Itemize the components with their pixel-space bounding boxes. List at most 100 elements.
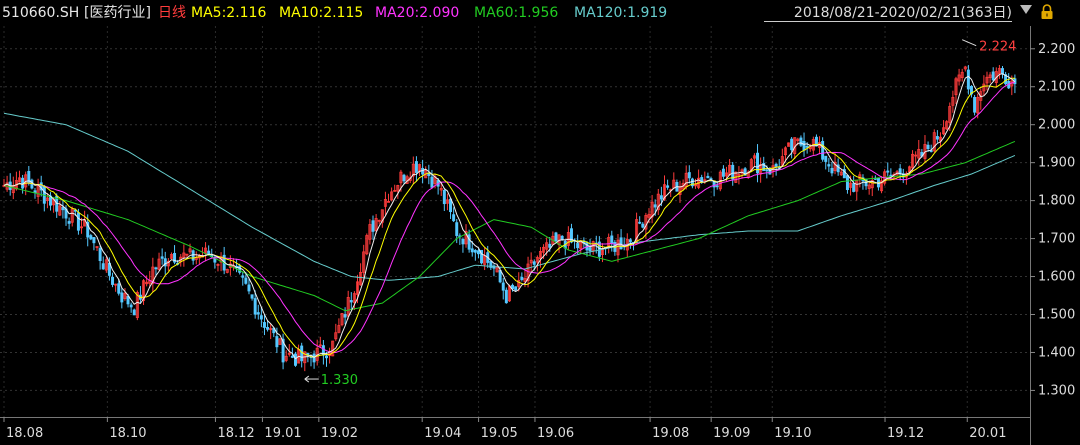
candle-body: [501, 282, 505, 291]
x-tick-label: 18.12: [217, 426, 254, 441]
candle-body: [991, 71, 995, 81]
candle-body: [852, 183, 856, 192]
candle-body: [455, 222, 459, 236]
x-tick-label: 20.01: [969, 426, 1006, 441]
candle-body: [126, 295, 130, 305]
candle-body: [300, 345, 304, 362]
candle-body: [548, 243, 552, 248]
candle-body: [241, 275, 245, 278]
candle-body: [554, 232, 558, 242]
candle-body: [659, 195, 663, 200]
candle-body: [247, 284, 251, 292]
candle-body: [821, 141, 825, 160]
candle-body: [117, 283, 121, 294]
candle: [278, 338, 282, 345]
candle-body: [498, 270, 502, 283]
candle-body: [76, 212, 80, 231]
y-tick-label: 2.200: [1038, 42, 1075, 57]
candle-body: [414, 161, 418, 173]
x-tick-label: 19.10: [774, 426, 811, 441]
candle-body: [61, 207, 65, 211]
x-tick-label: 19.08: [652, 426, 689, 441]
candle-body: [845, 175, 849, 191]
candle: [340, 312, 344, 327]
candle-body: [473, 249, 477, 253]
candle-body: [824, 155, 828, 162]
candle-body: [442, 189, 446, 205]
candle-body: [262, 322, 266, 328]
candle-body: [343, 314, 347, 318]
candle-body: [653, 204, 657, 208]
candle-body: [687, 172, 691, 179]
candle-body: [325, 355, 328, 359]
candle-body: [966, 69, 970, 90]
candle-body: [430, 176, 434, 188]
candle-body: [926, 144, 930, 150]
candlestick-chart[interactable]: 2.200 2.100 2.000 1.900 1.800 1.700 1.600 1.500…: [0, 0, 1080, 445]
candle: [973, 94, 977, 116]
candle-body: [638, 221, 642, 224]
candle-body: [191, 250, 195, 261]
low-value-label: 1.330: [321, 373, 358, 388]
x-tick-label: 19.09: [713, 426, 750, 441]
candle-body: [98, 248, 102, 261]
y-tick-label: 1.400: [1038, 345, 1075, 360]
candle-body: [256, 312, 260, 315]
candle-body: [715, 185, 719, 188]
candle-body: [827, 164, 831, 167]
candle-body: [588, 247, 592, 252]
candle-body: [92, 237, 96, 244]
candle-body: [67, 221, 71, 224]
candle-body: [452, 214, 456, 222]
candle-body: [101, 263, 105, 270]
candle-body: [132, 309, 136, 316]
y-tick-label: 1.900: [1038, 156, 1075, 171]
candle-body: [349, 300, 353, 303]
candle: [331, 340, 335, 357]
candle-body: [802, 141, 806, 151]
candle-body: [628, 239, 632, 243]
candle: [945, 120, 949, 130]
candle-body: [266, 327, 270, 330]
candle-body: [886, 170, 890, 173]
candle-body: [250, 294, 254, 299]
candle-body: [259, 315, 263, 320]
candle-body: [520, 276, 524, 280]
x-tick-label: 19.01: [264, 426, 301, 441]
candle: [225, 268, 229, 274]
candle-body: [619, 237, 623, 250]
candle: [365, 233, 369, 256]
candle-body: [830, 167, 834, 174]
y-tick-label: 1.600: [1038, 270, 1075, 285]
candle-body: [805, 145, 809, 148]
candle-body: [290, 355, 294, 358]
candle-body: [476, 250, 480, 255]
candle-body: [790, 138, 794, 151]
candle: [787, 142, 791, 147]
candle-body: [504, 289, 508, 304]
candle-body: [889, 174, 893, 177]
candle-body: [973, 96, 977, 113]
candle-body: [514, 286, 518, 291]
candle-body: [402, 174, 406, 182]
y-tick-label: 1.500: [1038, 308, 1075, 323]
candle-body: [765, 169, 769, 172]
candle-body: [1001, 68, 1004, 75]
candle-body: [461, 238, 465, 245]
candle-body: [275, 336, 279, 348]
candle-body: [799, 137, 803, 146]
candle-body: [470, 248, 474, 253]
candle-body: [641, 223, 645, 228]
high-value-label: 2.224: [979, 40, 1016, 55]
candle-body: [532, 261, 536, 265]
candle-body: [294, 353, 297, 366]
candle: [932, 129, 936, 153]
y-tick-label: 1.800: [1038, 194, 1075, 209]
x-tick-label: 19.02: [321, 426, 358, 441]
x-tick-label: 18.08: [6, 426, 43, 441]
x-tick-label: 19.04: [424, 426, 461, 441]
x-tick-label: 18.10: [109, 426, 146, 441]
x-tick-label: 19.06: [537, 426, 574, 441]
candle: [504, 287, 508, 304]
y-tick-label: 1.700: [1038, 232, 1075, 247]
